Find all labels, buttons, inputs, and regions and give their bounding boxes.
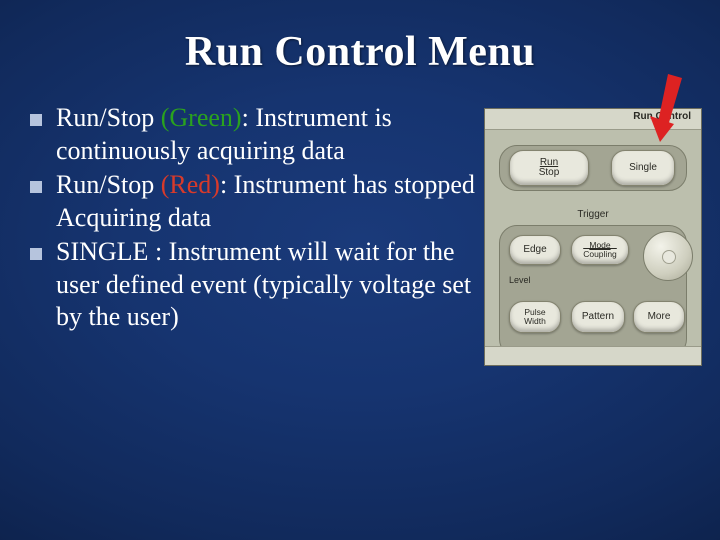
run-stop-button-label-line2: Stop xyxy=(539,168,560,179)
slide-content: Run/Stop (Green): Instrument is continuo… xyxy=(0,102,720,366)
more-button: More xyxy=(633,301,685,333)
instrument-panel: Run Control Run Stop Single Trigger Edge… xyxy=(484,108,702,366)
single-button: Single xyxy=(611,150,675,186)
level-label: Level xyxy=(509,275,531,285)
bullet-text: SINGLE : Instrument will wait for the us… xyxy=(56,236,476,334)
mode-coupling-button: Mode Coupling xyxy=(571,235,629,265)
level-knob xyxy=(643,231,693,281)
pattern-button: Pattern xyxy=(571,301,625,333)
red-arrow-icon xyxy=(624,72,684,142)
panel-bottom-strip xyxy=(485,346,701,365)
bullet-icon xyxy=(30,181,42,193)
bullet-list: Run/Stop (Green): Instrument is continuo… xyxy=(30,102,476,336)
single-prefix: SINGLE xyxy=(56,237,155,266)
list-item: Run/Stop (Red): Instrument has stopped A… xyxy=(30,169,476,234)
red-word: (Red) xyxy=(161,170,220,199)
bullet-text: Run/Stop (Red): Instrument has stopped A… xyxy=(56,169,476,234)
list-item: Run/Stop (Green): Instrument is continuo… xyxy=(30,102,476,167)
width-line: Width xyxy=(524,317,546,326)
edge-button: Edge xyxy=(509,235,561,265)
run-stop-button: Run Stop xyxy=(509,150,589,186)
instrument-panel-image: Run Control Run Stop Single Trigger Edge… xyxy=(484,108,702,366)
bullet-icon xyxy=(30,248,42,260)
trigger-section-label: Trigger xyxy=(485,209,701,220)
green-word: (Green) xyxy=(161,103,242,132)
slide-title: Run Control Menu xyxy=(0,0,720,76)
runstop-prefix: Run/Stop xyxy=(56,170,161,199)
runstop-prefix: Run/Stop xyxy=(56,103,161,132)
bullet-icon xyxy=(30,114,42,126)
pulse-width-button: Pulse Width xyxy=(509,301,561,333)
bullet-text: Run/Stop (Green): Instrument is continuo… xyxy=(56,102,476,167)
coupling-line: Coupling xyxy=(583,250,617,259)
list-item: SINGLE : Instrument will wait for the us… xyxy=(30,236,476,334)
